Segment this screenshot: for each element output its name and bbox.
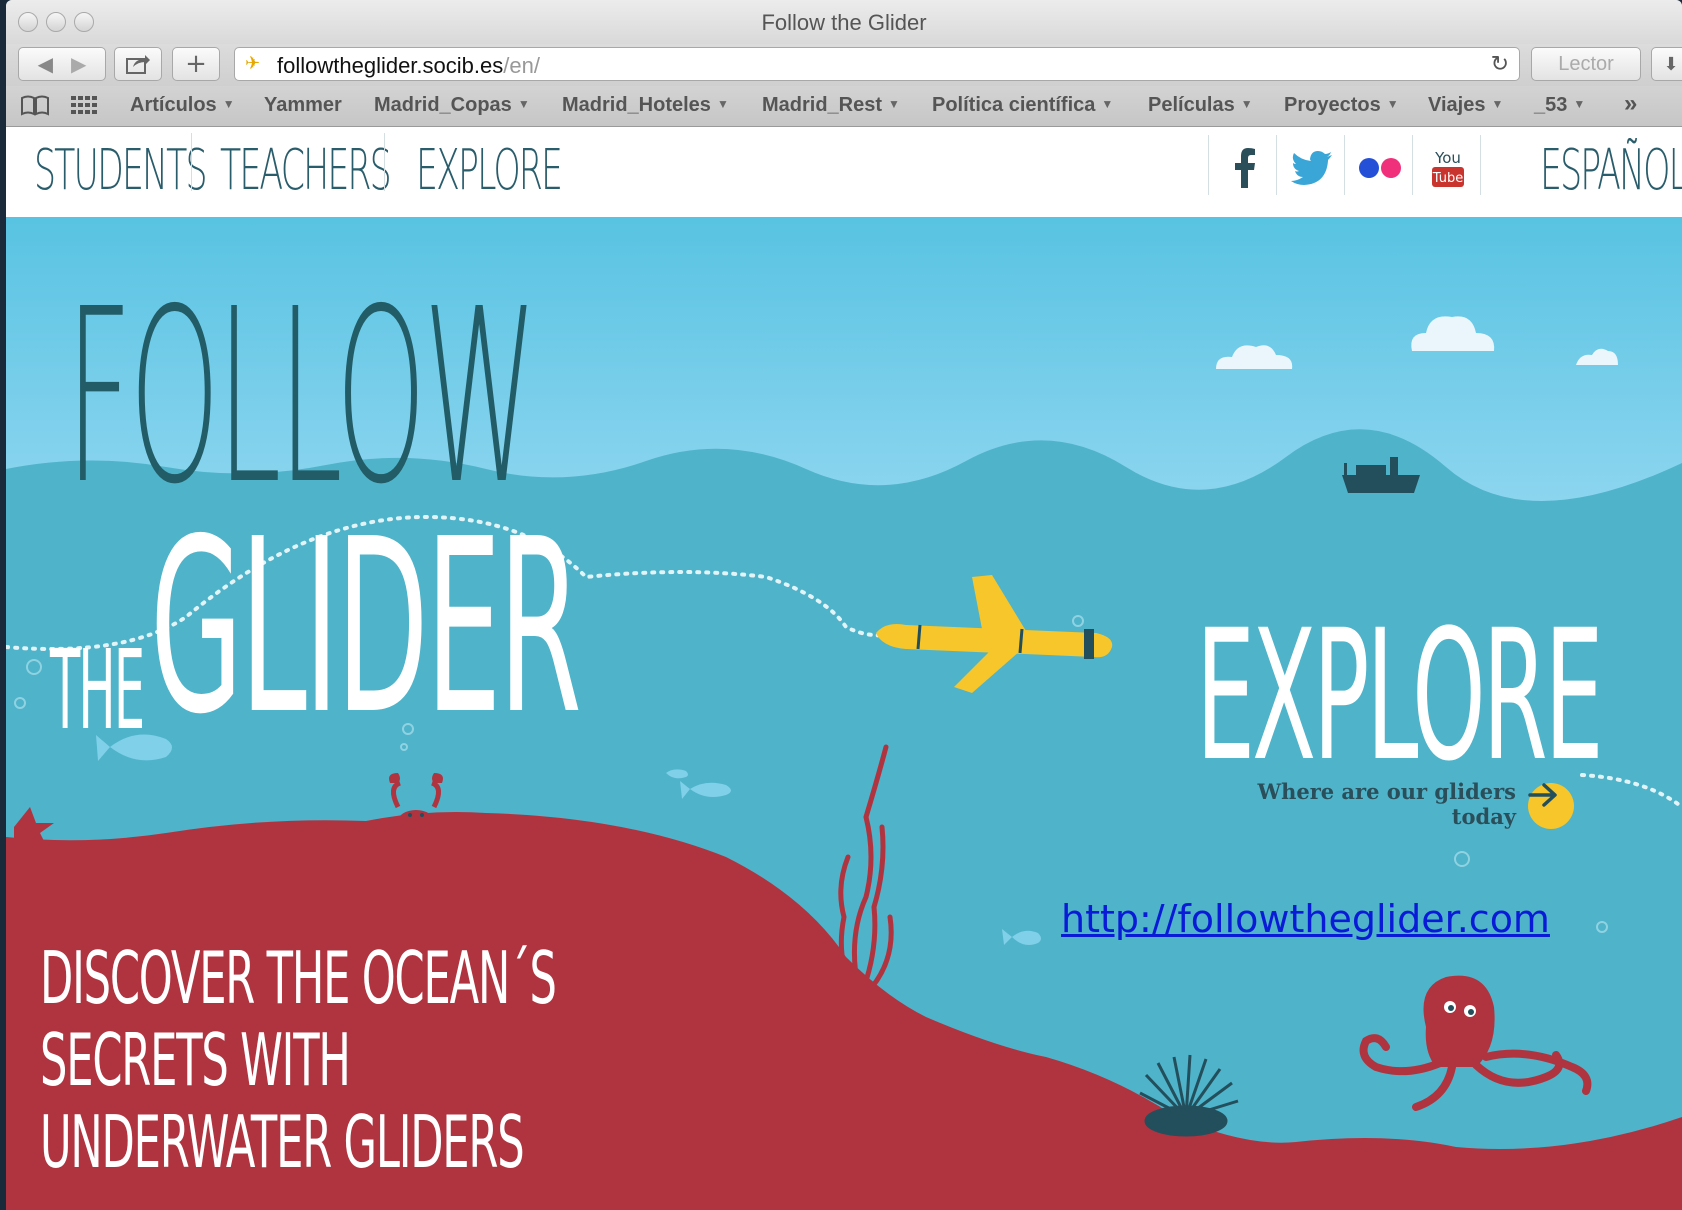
facebook-link[interactable] [1214,139,1274,197]
social-divider [1276,135,1277,195]
twitter-link[interactable] [1282,139,1342,197]
youtube-link[interactable]: You Tube [1418,139,1478,197]
hero-title-glider: GLIDER [150,487,582,767]
bookmark-peliculas[interactable]: Películas ▼ [1148,94,1253,117]
chevron-down-icon: ▼ [1101,97,1114,111]
address-bar[interactable]: ✈ followtheglider.socib.es/en/ ↻ [234,47,1520,81]
youtube-you-text: You [1434,149,1461,167]
chevron-down-icon: ▼ [1573,97,1586,111]
bookmark-madrid-rest[interactable]: Madrid_Rest ▼ [762,94,900,117]
bookmark-yammer[interactable]: Yammer [264,94,342,117]
hero-title-the: THE [50,626,145,754]
explore-caption-line-1: Where are our gliders [1257,779,1516,804]
arrow-right-icon [1528,783,1557,807]
tagline-line-2: SECRETS WITH [40,1018,351,1102]
explore-arrow-button[interactable] [1528,783,1574,829]
address-text[interactable]: followtheglider.socib.es/en/ [277,53,540,79]
bookmarks-overflow-button[interactable]: » [1624,90,1637,118]
social-divider [1480,135,1481,195]
chevron-down-icon: ▼ [222,97,235,111]
url-host: followtheglider.socib.es [277,53,504,78]
nav-divider [384,133,385,191]
forward-icon[interactable]: ▶ [71,52,86,76]
bookmark-viajes[interactable]: Viajes ▼ [1428,94,1503,117]
hero-title-follow: FOLLOW [66,257,537,537]
chevron-down-icon: ▼ [716,97,729,111]
browser-toolbar: ◀ ▶ + ✈ followtheglider.socib.es/en/ ↻ L… [6,44,1682,86]
reload-icon[interactable]: ↻ [1491,51,1509,77]
title-bar: Follow the Glider [6,0,1682,44]
chevron-down-icon: ▼ [888,97,900,111]
url-path: /en/ [503,53,540,78]
language-link-espanol[interactable]: ESPAÑOL [1540,139,1682,203]
reading-list-icon[interactable] [20,94,50,116]
bookmark-politica-cientifica[interactable]: Política científica ▼ [932,94,1113,117]
chevron-down-icon: ▼ [517,97,530,111]
bookmark-53[interactable]: _53 ▼ [1534,94,1585,117]
nav-teachers[interactable]: TEACHERS [220,139,392,203]
downloads-button[interactable]: ⬇ [1651,47,1682,81]
social-divider [1412,135,1413,195]
chevron-down-icon: ▼ [1386,97,1399,111]
back-forward-buttons[interactable]: ◀ ▶ [18,47,106,81]
tagline-line-3: UNDERWATER GLIDERS [40,1100,525,1184]
share-button[interactable] [114,47,162,81]
tagline-line-1: DISCOVER THE OCEAN´S [40,936,557,1020]
share-icon [126,55,150,74]
bookmarks-bar: Artículos ▼ Yammer Madrid_Copas ▼ Madrid_H… [6,86,1682,127]
bookmark-articulos[interactable]: Artículos ▼ [130,94,235,117]
hero-banner: FOLLOW THE GLIDER EXPLORE Where are our … [6,217,1682,1210]
site-favicon-icon: ✈ [245,53,261,73]
explore-caption-line-2: today [1451,804,1516,829]
top-sites-grid-icon[interactable] [70,94,98,116]
bookmark-madrid-copas[interactable]: Madrid_Copas ▼ [374,94,530,117]
nav-students[interactable]: STUDENTS [34,139,208,203]
site-header: STUDENTS TEACHERS EXPLORE You Tube ESPAÑ… [6,127,1682,217]
download-icon: ⬇ [1663,53,1679,75]
web-page: STUDENTS TEACHERS EXPLORE You Tube ESPAÑ… [6,127,1682,1210]
youtube-tube-text: Tube [1432,171,1463,186]
explore-caption[interactable]: Where are our gliders today [1216,779,1516,829]
social-divider [1344,135,1345,195]
followtheglider-link[interactable]: http://followtheglider.com [1061,897,1550,941]
bookmark-madrid-hoteles[interactable]: Madrid_Hoteles ▼ [562,94,729,117]
chevron-down-icon: ▼ [1491,97,1504,111]
window-title: Follow the Glider [761,10,927,35]
nav-explore[interactable]: EXPLORE [416,139,563,203]
flickr-link[interactable] [1350,139,1410,197]
back-icon[interactable]: ◀ [38,52,53,76]
flickr-icon [1359,158,1401,178]
explore-heading[interactable]: EXPLORE [1196,607,1604,787]
twitter-icon [1291,151,1332,185]
new-tab-button[interactable]: + [172,47,220,81]
nav-divider [191,133,192,191]
chevron-down-icon: ▼ [1240,97,1253,111]
youtube-icon: You Tube [1432,149,1464,187]
browser-window: Follow the Glider ◀ ▶ + ✈ followtheglide… [6,0,1682,1210]
hero-tagline: DISCOVER THE OCEAN´S SECRETS WITH UNDERW… [40,936,557,1184]
facebook-icon [1235,148,1255,188]
bookmark-proyectos[interactable]: Proyectos ▼ [1284,94,1399,117]
plus-icon: + [185,49,207,79]
reader-button[interactable]: Lector [1531,47,1641,81]
social-divider [1208,135,1209,195]
